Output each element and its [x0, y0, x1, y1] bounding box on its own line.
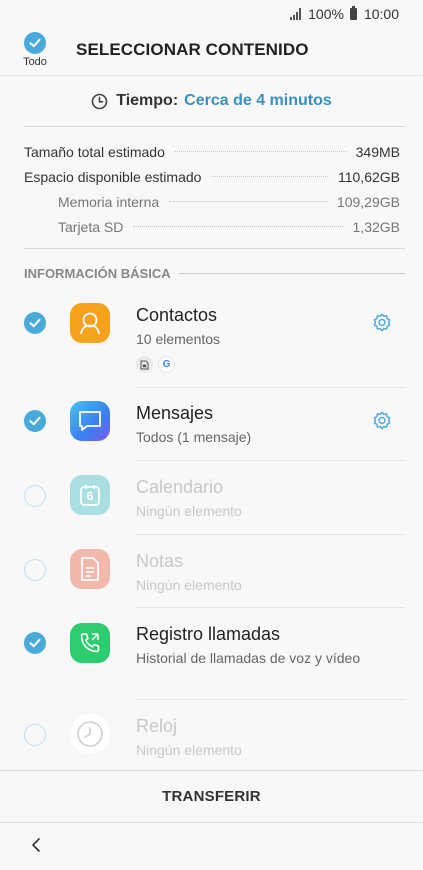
- back-icon[interactable]: [26, 835, 46, 860]
- item-checkbox[interactable]: [24, 724, 46, 746]
- item-subtitle: Todos (1 mensaje): [136, 429, 252, 445]
- list-item-calendario[interactable]: 6 Calendario Ningún elemento: [0, 461, 423, 535]
- transfer-button[interactable]: TRANSFERIR: [162, 788, 261, 805]
- google-icon: G: [158, 356, 175, 373]
- battery-percent: 100%: [308, 6, 344, 22]
- time-value: Cerca de 4 minutos: [184, 92, 332, 109]
- select-all-label: Todo: [23, 56, 47, 68]
- status-bar: 100% 10:00: [0, 0, 423, 28]
- notes-icon: [70, 549, 110, 589]
- storage-row-internal: Memoria interna 109,29GB: [24, 189, 400, 214]
- item-checkbox[interactable]: [24, 559, 46, 581]
- page-title: SELECCIONAR CONTENIDO: [76, 40, 309, 59]
- calendar-day: 6: [86, 489, 94, 503]
- section-header: INFORMACIÓN BÁSICA: [24, 266, 405, 281]
- storage-value: 109,29GB: [336, 193, 400, 210]
- check-icon: [24, 32, 46, 54]
- content-list: Contactos 10 elementos G Mensajes Todos …: [0, 290, 423, 770]
- divider: [24, 248, 405, 249]
- item-subtitle: Ningún elemento: [136, 577, 242, 593]
- bottom-action-bar: TRANSFERIR: [0, 770, 423, 822]
- list-item-notas[interactable]: Notas Ningún elemento: [0, 535, 423, 608]
- account-badges: G: [136, 356, 175, 373]
- item-title: Reloj: [136, 716, 178, 736]
- select-all-checkbox[interactable]: Todo: [18, 32, 52, 68]
- storage-label: Espacio disponible estimado: [24, 168, 202, 185]
- item-title: Calendario: [136, 477, 224, 497]
- storage-label: Tarjeta SD: [58, 218, 124, 235]
- storage-row-total: Tamaño total estimado 349MB: [24, 139, 400, 164]
- storage-row-available: Espacio disponible estimado 110,62GB: [24, 164, 400, 189]
- item-checkbox[interactable]: [24, 632, 46, 654]
- storage-row-sd: Tarjeta SD 1,32GB: [24, 214, 400, 239]
- list-item-registro-llamadas[interactable]: Registro llamadas Historial de llamadas …: [0, 608, 423, 700]
- storage-summary: Tamaño total estimado 349MB Espacio disp…: [24, 139, 400, 239]
- item-subtitle: Ningún elemento: [136, 742, 242, 758]
- storage-value: 349MB: [355, 143, 400, 160]
- item-title: Contactos: [136, 305, 218, 325]
- item-checkbox[interactable]: [24, 485, 46, 507]
- settings-gear-icon[interactable]: [371, 312, 393, 339]
- calendar-icon: 6: [70, 475, 110, 515]
- storage-label: Tamaño total estimado: [24, 143, 165, 160]
- signal-icon: [290, 8, 302, 20]
- item-title: Mensajes: [136, 403, 214, 423]
- messages-icon: [70, 401, 110, 441]
- section-title: INFORMACIÓN BÁSICA: [24, 266, 171, 281]
- item-title: Notas: [136, 551, 184, 571]
- clock-icon: [91, 93, 108, 110]
- item-subtitle: 10 elementos: [136, 331, 221, 347]
- item-checkbox[interactable]: [24, 312, 46, 334]
- storage-value: 1,32GB: [352, 218, 400, 235]
- navigation-bar: [0, 822, 423, 870]
- list-item-reloj[interactable]: Reloj Ningún elemento: [0, 700, 423, 770]
- item-checkbox[interactable]: [24, 410, 46, 432]
- item-subtitle: Ningún elemento: [136, 503, 242, 519]
- item-title: Registro llamadas: [136, 624, 281, 644]
- list-item-contactos[interactable]: Contactos 10 elementos G: [0, 290, 423, 388]
- contacts-icon: [70, 303, 110, 343]
- list-item-mensajes[interactable]: Mensajes Todos (1 mensaje): [0, 388, 423, 461]
- storage-label: Memoria interna: [58, 193, 160, 210]
- call-log-icon: [70, 623, 110, 663]
- storage-value: 110,62GB: [337, 168, 400, 185]
- item-subtitle: Historial de llamadas de voz y vídeo: [136, 650, 361, 666]
- time-estimate: Tiempo: Cerca de 4 minutos: [0, 92, 423, 110]
- clock-time: 10:00: [363, 6, 399, 22]
- app-header: Todo SELECCIONAR CONTENIDO: [0, 28, 423, 76]
- google-letter: G: [162, 359, 171, 370]
- sim-card-icon: [136, 356, 153, 373]
- settings-gear-icon[interactable]: [371, 410, 393, 437]
- clock-app-icon: [70, 714, 110, 754]
- battery-icon: [349, 6, 357, 20]
- divider: [24, 126, 405, 127]
- time-label: Tiempo:: [116, 92, 179, 109]
